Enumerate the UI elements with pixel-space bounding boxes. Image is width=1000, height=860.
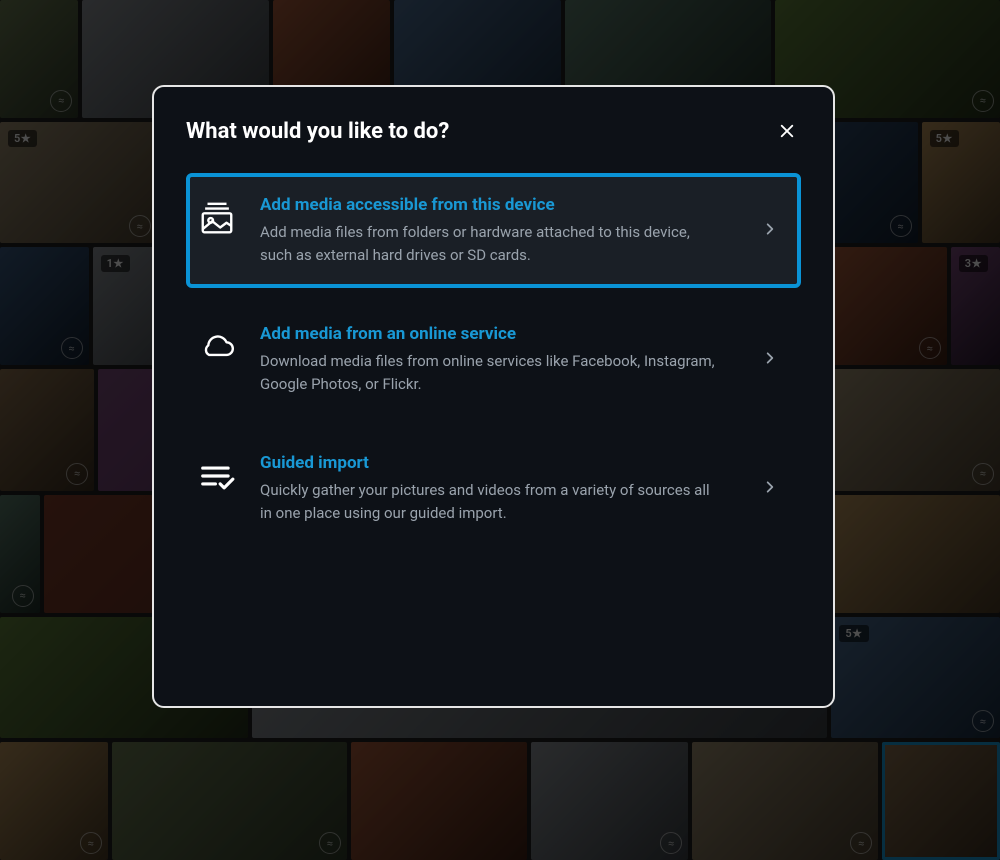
- option-description: Download media files from online service…: [260, 350, 720, 395]
- option-title: Add media accessible from this device: [260, 195, 741, 215]
- modal-header: What would you like to do?: [186, 117, 801, 145]
- checklist-icon: [196, 455, 238, 497]
- option-description: Quickly gather your pictures and videos …: [260, 479, 720, 524]
- add-media-modal: What would you like to do? Add media acc…: [152, 85, 835, 708]
- option-add-from-device[interactable]: Add media accessible from this device Ad…: [186, 173, 801, 288]
- option-guided-import[interactable]: Guided import Quickly gather your pictur…: [186, 431, 801, 546]
- chevron-right-icon: [763, 350, 783, 369]
- option-text: Add media accessible from this device Ad…: [260, 195, 741, 266]
- option-title: Guided import: [260, 453, 741, 473]
- option-description: Add media files from folders or hardware…: [260, 221, 720, 266]
- close-button[interactable]: [773, 117, 801, 145]
- chevron-right-icon: [763, 479, 783, 498]
- option-text: Add media from an online service Downloa…: [260, 324, 741, 395]
- close-icon: [778, 122, 796, 140]
- image-stack-icon: [196, 197, 238, 239]
- option-text: Guided import Quickly gather your pictur…: [260, 453, 741, 524]
- chevron-right-icon: [763, 221, 783, 240]
- cloud-icon: [196, 326, 238, 368]
- option-add-from-online[interactable]: Add media from an online service Downloa…: [186, 302, 801, 417]
- option-title: Add media from an online service: [260, 324, 741, 344]
- modal-title: What would you like to do?: [186, 119, 449, 144]
